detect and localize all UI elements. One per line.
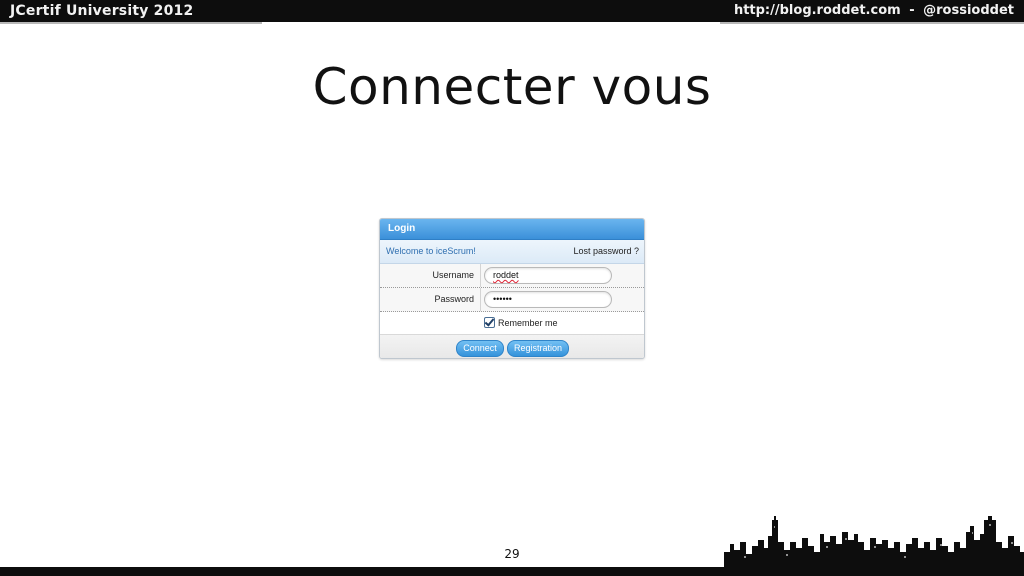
blog-url: http://blog.roddet.com — [733, 3, 901, 18]
twitter-handle: @rossioddet — [923, 3, 1014, 18]
connect-button[interactable]: Connect — [456, 340, 504, 357]
registration-button[interactable]: Registration — [507, 340, 569, 357]
footer-bar — [0, 567, 1024, 576]
welcome-text: Welcome to iceScrum! — [386, 246, 476, 256]
city-skyline-image — [724, 516, 1024, 572]
slide-title: Connecter vous — [312, 58, 712, 116]
header-separator: - — [909, 3, 915, 18]
lost-password-link[interactable]: Lost password ? — [573, 240, 639, 263]
header-underline-left — [0, 22, 262, 24]
button-bar: Connect Registration — [380, 335, 644, 358]
username-input[interactable]: roddet — [484, 267, 612, 284]
password-label: Password — [434, 294, 474, 304]
page-number: 29 — [504, 547, 520, 561]
remember-label[interactable]: Remember me — [498, 312, 558, 334]
header-links: http://blog.roddet.com - @rossioddet — [730, 3, 1014, 18]
remember-checkbox[interactable] — [484, 317, 495, 328]
login-subheader: Welcome to iceScrum! Lost password ? — [380, 240, 644, 264]
password-input[interactable]: •••••• — [484, 291, 612, 308]
username-value: roddet — [493, 270, 519, 280]
password-row: Password •••••• — [380, 288, 644, 312]
row-divider — [480, 264, 481, 287]
login-title: Login — [380, 219, 644, 240]
conference-title: JCertif University 2012 — [10, 3, 194, 19]
login-window: Login Welcome to iceScrum! Lost password… — [379, 218, 645, 359]
row-divider — [480, 288, 481, 311]
username-label: Username — [432, 270, 474, 280]
header-bar: JCertif University 2012 http://blog.rodd… — [0, 0, 1024, 22]
username-row: Username roddet — [380, 264, 644, 288]
remember-row: Remember me — [380, 312, 644, 335]
header-underline-right — [720, 22, 1024, 24]
